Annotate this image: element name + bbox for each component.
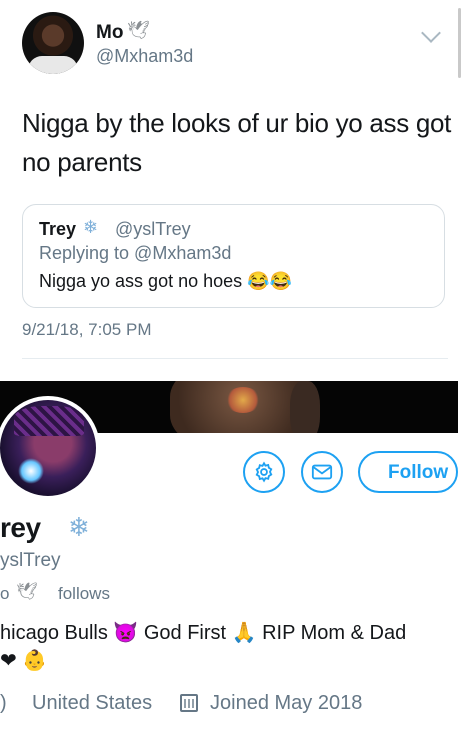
calendar-icon — [180, 694, 198, 712]
follows-prefix: o — [0, 584, 10, 603]
quoted-tweet-text: Nigga yo ass got no hoes 😂😂 — [39, 271, 292, 291]
tweet-timestamp[interactable]: 9/21/18, 7:05 PM — [22, 320, 151, 340]
dove-icon: 🕊 — [16, 582, 38, 601]
quoted-tweet-card[interactable]: Trey ❄ @yslTrey Replying to @Mxham3d Nig… — [22, 204, 445, 308]
divider — [22, 358, 448, 359]
replying-to-label: Replying to @Mxham3d — [39, 243, 232, 263]
envelope-icon — [311, 464, 333, 480]
chevron-down-icon[interactable] — [421, 23, 441, 43]
quoted-author-handle: @yslTrey — [115, 219, 191, 239]
author-avatar[interactable] — [22, 12, 84, 74]
profile-location: United States — [32, 692, 153, 714]
snowflake-badge-icon: ❄ — [83, 217, 99, 237]
gear-icon — [255, 461, 273, 483]
profile-name: rey — [0, 512, 41, 543]
author-name[interactable]: Mo — [96, 22, 123, 44]
profile-bio-line2: ❤ 👶 — [0, 650, 48, 672]
snowflake-icon: ❄ — [68, 512, 90, 542]
message-button[interactable] — [301, 451, 343, 493]
scrollbar[interactable] — [458, 8, 461, 78]
follows-you-label: follows — [58, 584, 110, 603]
profile-avatar[interactable] — [0, 396, 100, 500]
profile-bio-line1: hicago Bulls 👿 God First 🙏 RIP Mom & Dad — [0, 622, 407, 644]
settings-button[interactable] — [243, 451, 285, 493]
follow-button[interactable]: Follow — [358, 451, 458, 493]
dove-badge-icon: 🕊 — [127, 20, 150, 40]
profile-joined-date: Joined May 2018 — [210, 692, 363, 714]
quoted-author-name: Trey — [39, 219, 77, 239]
tweet-text: Nigga by the looks of ur bio yo ass got … — [22, 108, 452, 177]
author-handle[interactable]: @Mxham3d — [96, 46, 193, 67]
location-icon: ) — [0, 692, 7, 714]
profile-handle: yslTrey — [0, 550, 61, 571]
